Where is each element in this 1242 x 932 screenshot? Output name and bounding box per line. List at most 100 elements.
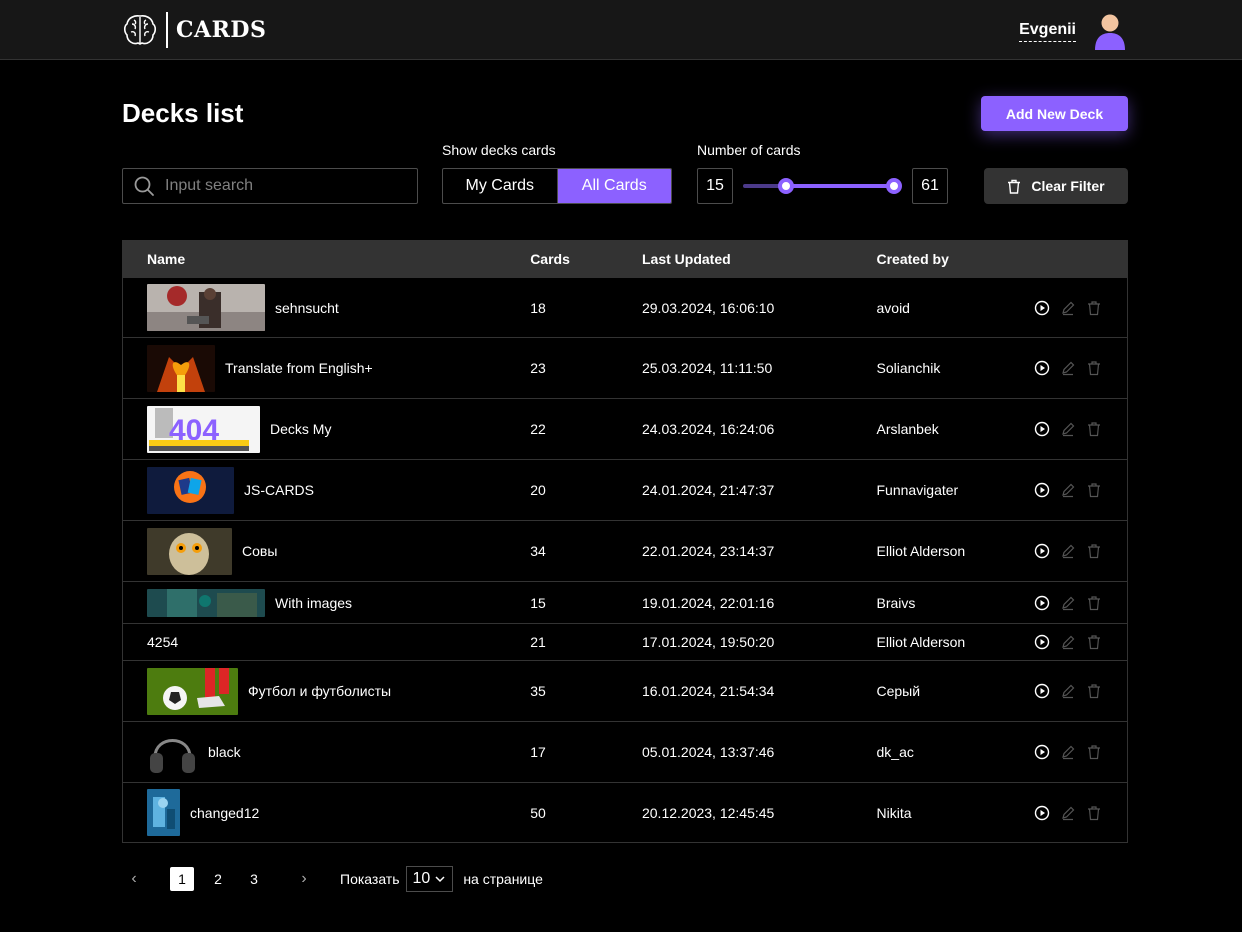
play-icon[interactable] [1034, 360, 1050, 376]
user-menu[interactable]: Evgenii [1019, 12, 1128, 50]
edit-icon[interactable] [1060, 300, 1076, 316]
deck-cover-image [147, 667, 238, 715]
deck-cards-count: 23 [530, 360, 546, 376]
play-icon[interactable] [1034, 421, 1050, 437]
page-1[interactable]: 1 [170, 867, 194, 891]
deck-cards-count: 17 [530, 744, 546, 760]
header-created-by[interactable]: Created by [853, 251, 1003, 267]
edit-icon[interactable] [1060, 744, 1076, 760]
tab-all-cards[interactable]: All Cards [557, 169, 671, 203]
table-row[interactable]: 404 Decks My 22 24.03.2024, 16:24:06 Ars… [123, 398, 1127, 459]
edit-icon[interactable] [1060, 482, 1076, 498]
page-3[interactable]: 3 [242, 867, 266, 891]
table-row[interactable]: black 17 05.01.2024, 13:37:46 dk_ac [123, 721, 1127, 782]
play-icon[interactable] [1034, 300, 1050, 316]
deck-name[interactable]: changed12 [190, 805, 259, 821]
deck-owner-tabs: My Cards All Cards [442, 168, 672, 204]
header-name[interactable]: Name [123, 251, 506, 267]
deck-last-updated: 22.01.2024, 23:14:37 [641, 543, 775, 559]
deck-cards-count: 21 [530, 634, 546, 650]
deck-name[interactable]: Футбол и футболисты [248, 683, 391, 699]
table-row[interactable]: Совы 34 22.01.2024, 23:14:37 Elliot Alde… [123, 520, 1127, 581]
trash-icon[interactable] [1086, 595, 1102, 611]
deck-cover-image [147, 284, 265, 331]
chevron-down-icon [435, 876, 445, 883]
table-row[interactable]: Translate from English+ 23 25.03.2024, 1… [123, 337, 1127, 398]
header-last-updated[interactable]: Last Updated [618, 251, 853, 267]
table-row[interactable]: Футбол и футболисты 35 16.01.2024, 21:54… [123, 660, 1127, 721]
edit-icon[interactable] [1060, 805, 1076, 821]
edit-icon[interactable] [1060, 595, 1076, 611]
trash-icon[interactable] [1086, 543, 1102, 559]
deck-name[interactable]: JS-CARDS [244, 482, 314, 498]
user-name[interactable]: Evgenii [1019, 21, 1076, 42]
deck-cover-image [147, 588, 265, 617]
deck-name[interactable]: 4254 [147, 634, 178, 650]
page-2[interactable]: 2 [206, 867, 230, 891]
table-row[interactable]: With images 15 19.01.2024, 22:01:16 Brai… [123, 581, 1127, 623]
deck-cover-image [147, 344, 215, 392]
deck-name[interactable]: Совы [242, 543, 277, 559]
deck-name[interactable]: black [208, 744, 241, 760]
trash-icon[interactable] [1086, 683, 1102, 699]
play-icon[interactable] [1034, 543, 1050, 559]
deck-created-by: dk_ac [876, 744, 914, 760]
add-new-deck-button[interactable]: Add New Deck [981, 96, 1128, 131]
deck-cards-count: 22 [530, 421, 546, 437]
trash-icon[interactable] [1086, 360, 1102, 376]
deck-cards-count: 35 [530, 683, 546, 699]
header-cards[interactable]: Cards [506, 251, 618, 267]
trash-icon[interactable] [1086, 482, 1102, 498]
range-slider-min-handle[interactable] [778, 178, 794, 194]
trash-icon[interactable] [1086, 300, 1102, 316]
edit-icon[interactable] [1060, 421, 1076, 437]
edit-icon[interactable] [1060, 683, 1076, 699]
trash-icon[interactable] [1086, 634, 1102, 650]
deck-name[interactable]: With images [275, 595, 352, 611]
table-row[interactable]: changed12 50 20.12.2023, 12:45:45 Nikita [123, 782, 1127, 842]
deck-cover-image [147, 789, 180, 836]
play-icon[interactable] [1034, 744, 1050, 760]
deck-name[interactable]: Translate from English+ [225, 360, 373, 376]
deck-created-by: Funnavigater [876, 482, 959, 498]
avatar[interactable] [1092, 12, 1128, 50]
deck-last-updated: 19.01.2024, 22:01:16 [641, 594, 775, 611]
deck-created-by: Elliot Alderson [876, 634, 966, 650]
next-page-icon[interactable]: › [292, 870, 316, 888]
play-icon[interactable] [1034, 805, 1050, 821]
page-title: Decks list [122, 98, 244, 128]
table-row[interactable]: sehnsucht 18 29.03.2024, 16:06:10 avoid [123, 277, 1127, 337]
trash-icon[interactable] [1086, 744, 1102, 760]
play-icon[interactable] [1034, 595, 1050, 611]
table-row[interactable]: JS-CARDS 20 24.01.2024, 21:47:37 Funnavi… [123, 459, 1127, 520]
deck-last-updated: 24.01.2024, 21:47:37 [641, 482, 775, 498]
prev-page-icon[interactable]: ‹ [122, 870, 146, 888]
pagination: ‹ 1 2 3 › Показать 10 на странице [122, 866, 543, 892]
edit-icon[interactable] [1060, 543, 1076, 559]
tab-my-cards[interactable]: My Cards [443, 169, 558, 203]
number-of-cards-label: Number of cards [697, 142, 801, 158]
play-icon[interactable] [1034, 482, 1050, 498]
play-icon[interactable] [1034, 634, 1050, 650]
per-page-control: Показать 10 на странице [340, 866, 543, 892]
trash-icon[interactable] [1086, 421, 1102, 437]
deck-cards-count: 34 [530, 543, 546, 559]
trash-icon [1008, 179, 1021, 194]
logo[interactable]: CARDS [122, 11, 266, 49]
edit-icon[interactable] [1060, 360, 1076, 376]
search-placeholder: Input search [165, 177, 254, 194]
trash-icon[interactable] [1086, 805, 1102, 821]
range-slider-max-handle[interactable] [886, 178, 902, 194]
clear-filter-label: Clear Filter [1031, 178, 1105, 194]
deck-name[interactable]: sehnsucht [275, 300, 339, 316]
play-icon[interactable] [1034, 683, 1050, 699]
deck-created-by: Braivs [876, 594, 916, 611]
deck-name[interactable]: Decks My [270, 421, 331, 437]
edit-icon[interactable] [1060, 634, 1076, 650]
table-row[interactable]: 4254 21 17.01.2024, 19:50:20 Elliot Alde… [123, 623, 1127, 660]
table-header: Name Cards Last Updated Created by [123, 240, 1127, 277]
deck-last-updated: 16.01.2024, 21:54:34 [641, 683, 775, 699]
search-input[interactable]: Input search [122, 168, 418, 204]
clear-filter-button[interactable]: Clear Filter [984, 168, 1128, 204]
per-page-select[interactable]: 10 [405, 866, 454, 892]
